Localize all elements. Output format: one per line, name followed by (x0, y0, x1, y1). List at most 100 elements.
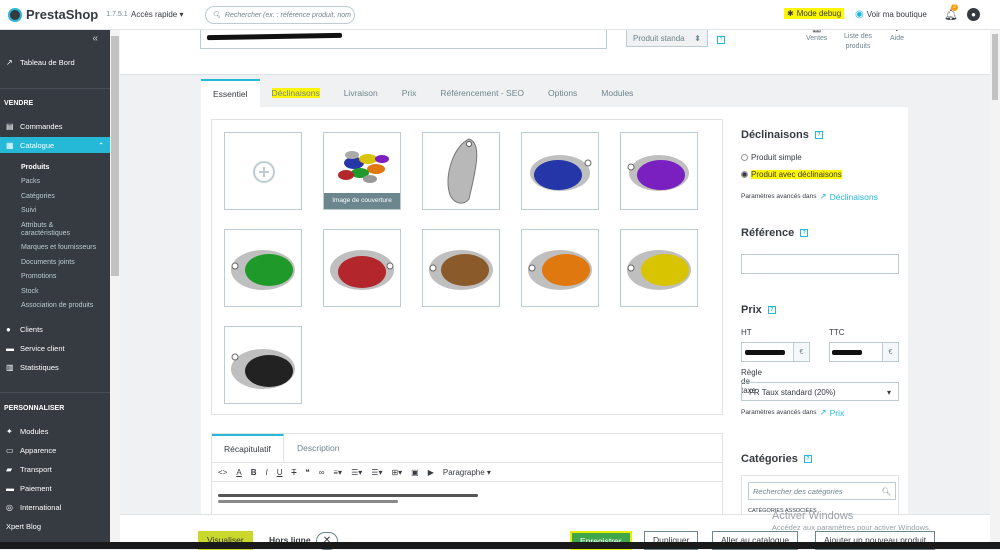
radio-simple-product[interactable]: Produit simple (741, 153, 802, 162)
page-scrollbar[interactable] (990, 30, 1000, 549)
page-scrollbar-thumb[interactable] (992, 34, 998, 100)
sidebar-item-catalog[interactable]: ▦ Catalogue ⌃ (6, 141, 104, 150)
divider (0, 88, 110, 89)
tab-recapitulatif[interactable]: Récapitulatif (212, 434, 284, 462)
sidebar-item-modules[interactable]: ✦ Modules (6, 427, 48, 436)
code-icon[interactable]: <> (218, 468, 227, 477)
text-color-icon[interactable]: A (236, 468, 241, 477)
media-icon[interactable]: ▶ (428, 468, 434, 477)
section-title-categories: Catégories? (741, 453, 812, 465)
sidebar-item-stats[interactable]: ▥ Statistiques (6, 363, 59, 372)
product-image[interactable] (224, 326, 302, 404)
product-image[interactable] (323, 229, 401, 307)
sidebar-sub-brands[interactable]: Marques et fournisseurs (21, 244, 96, 251)
tax-rule-select[interactable]: FR Taux standard (20%) ▾ (741, 382, 899, 401)
declinaisons-link[interactable]: Déclinaisons (830, 192, 878, 202)
price-ht-input[interactable]: € (741, 342, 810, 362)
collapse-sidebar-icon[interactable]: « (92, 33, 98, 44)
paragraph-select[interactable]: Paragraphe ▾ (443, 468, 491, 477)
reference-input[interactable] (741, 254, 899, 274)
sidebar-sub-packs[interactable]: Packs (21, 178, 40, 185)
sidebar-item-orders[interactable]: ▤ Commandes (6, 122, 63, 131)
product-type-select[interactable]: Produit standa ⬍ (626, 28, 708, 47)
tab-modules[interactable]: Modules (589, 79, 645, 107)
sidebar-sub-files[interactable]: Documents joints (21, 259, 75, 266)
numbered-list-icon[interactable]: ☰▾ (371, 468, 382, 477)
tab-options[interactable]: Options (536, 79, 589, 107)
product-image[interactable] (422, 132, 500, 210)
sidebar-sub-product-association[interactable]: Association de produits (21, 302, 93, 309)
sidebar-item-service[interactable]: ▬ Service client (6, 344, 65, 353)
sidebar-item-dashboard[interactable]: ↗ Tableau de Bord (6, 58, 75, 67)
sidebar-sub-features[interactable]: caractéristiques (21, 230, 70, 237)
quick-access-menu[interactable]: Accès rapide ▾ (131, 10, 183, 19)
italic-icon[interactable]: I (265, 468, 267, 477)
sidebar-sub-products[interactable]: Produits (21, 164, 49, 171)
help-icon[interactable]: ? (814, 131, 823, 139)
tab-description[interactable]: Description (297, 434, 340, 462)
help-icon[interactable]: ? (717, 36, 725, 44)
redacted-value (832, 350, 862, 355)
sidebar-item-transport[interactable]: ▰ Transport (6, 465, 52, 474)
category-search-placeholder: Rechercher des catégories (753, 487, 843, 496)
help-icon[interactable]: ? (767, 306, 776, 314)
align-icon[interactable]: ≡▾ (333, 468, 342, 477)
sidebar-scrollbar-thumb[interactable] (111, 36, 119, 276)
spoon-image-black (231, 349, 295, 389)
sidebar-item-international[interactable]: ◎ International (6, 503, 61, 512)
visit-shop-link[interactable]: ◉ Voir ma boutique (855, 9, 927, 20)
sidebar-item-label: Commandes (20, 122, 63, 131)
product-name-input[interactable] (200, 30, 607, 49)
bold-icon[interactable]: B (251, 468, 257, 477)
tab-livraison[interactable]: Livraison (332, 79, 390, 107)
quote-icon[interactable]: ❝ (305, 468, 309, 477)
main-panel: Image de couverture Récapitulatif Descri… (201, 107, 908, 549)
search-input[interactable]: 🔍︎ Rechercher (ex. : référence produit, … (205, 6, 355, 24)
help-icon[interactable]: ? (803, 455, 812, 463)
price-ttc-input[interactable]: € (829, 342, 899, 362)
logo[interactable]: PrestaShop 1.7.5.1 (8, 7, 128, 22)
add-image-button[interactable] (224, 132, 302, 210)
account-icon[interactable]: ● (967, 8, 980, 21)
sidebar-item-clients[interactable]: ● Clients (6, 325, 43, 334)
divider (0, 392, 110, 393)
sidebar-item-blog[interactable]: Xpert Blog (6, 522, 41, 531)
sidebar-sub-categories[interactable]: Catégories (21, 193, 55, 200)
redacted-text (206, 32, 343, 41)
search-placeholder: Rechercher (ex. : référence produit, nom (224, 11, 351, 19)
tab-prix[interactable]: Prix (390, 79, 429, 107)
underline-icon[interactable]: U (277, 468, 283, 477)
section-title-text: Référence (741, 227, 795, 239)
product-image[interactable] (521, 132, 599, 210)
image-icon[interactable]: ▣ (411, 468, 419, 477)
product-image[interactable] (521, 229, 599, 307)
table-icon[interactable]: ⊞▾ (391, 468, 402, 477)
price-link[interactable]: Prix (830, 408, 845, 418)
link-icon[interactable]: ∞ (319, 468, 325, 477)
advanced-label: Paramètres avancés dans (741, 193, 817, 200)
tab-essentiel[interactable]: Essentiel (201, 79, 260, 107)
help-icon[interactable]: ? (800, 229, 809, 237)
debug-mode-link[interactable]: ✱ Mode debug (784, 8, 845, 19)
product-image[interactable] (620, 132, 698, 210)
product-image[interactable] (224, 229, 302, 307)
spoon-image-green (231, 250, 295, 290)
tab-declinaisons[interactable]: Déclinaisons (260, 79, 332, 107)
category-search-input[interactable]: Rechercher des catégories 🔍︎ (748, 482, 896, 500)
sidebar-scrollbar[interactable] (110, 30, 120, 549)
radio-product-with-variants[interactable]: Produit avec déclinaisons (741, 170, 842, 179)
product-image[interactable] (422, 229, 500, 307)
bullet-list-icon[interactable]: ☰▾ (351, 468, 362, 477)
sidebar-item-appearance[interactable]: ▭ Apparence (6, 446, 56, 455)
sidebar-sub-discounts[interactable]: Promotions (21, 273, 56, 280)
sidebar-sub-stock[interactable]: Stock (21, 288, 39, 295)
sidebar-item-payment[interactable]: ▬ Paiement (6, 484, 52, 493)
strikethrough-icon[interactable]: T (291, 468, 296, 477)
product-image-cover[interactable]: Image de couverture (323, 132, 401, 210)
sidebar-sub-tracking[interactable]: Suivi (21, 207, 36, 214)
sidebar-item-label: Tableau de Bord (20, 58, 75, 67)
sidebar-sub-attributes[interactable]: Attributs & (21, 222, 53, 229)
product-image[interactable] (620, 229, 698, 307)
editor-toolbar: <> A B I U T ❝ ∞ ≡▾ ☰▾ ☰▾ ⊞▾ ▣ ▶ Paragra… (212, 462, 722, 482)
tab-seo[interactable]: Référencement - SEO (428, 79, 536, 107)
